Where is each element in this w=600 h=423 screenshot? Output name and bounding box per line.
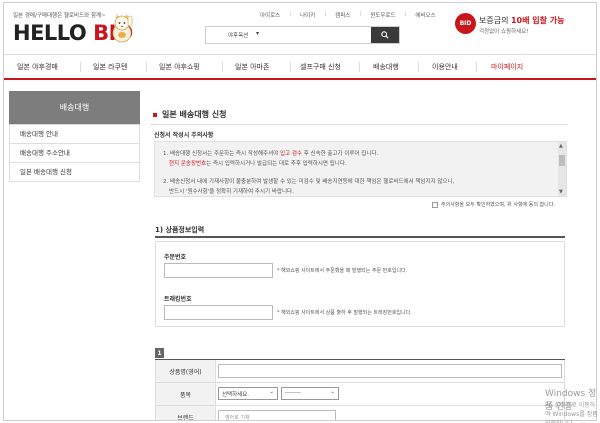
notice-scrollbar[interactable]: ▲ ▼: [558, 142, 566, 196]
chevron-down-icon: ⌄: [330, 389, 335, 395]
logo-text-hello: HELLO: [13, 21, 87, 45]
browser-page: 일본 경매/구매대행은 헬로비드와 함께~ HELLO BID 아이로스| 나이…: [3, 2, 597, 421]
top-links: 아이로스 | 나이키 | 캠퍼스 | 윈도우로드 | 에비오스: [260, 11, 436, 19]
divider: [150, 124, 568, 125]
tracking-no-hint: * 해외쇼핑 사이트에서 상품 출하 후 발행되는 트래킹번호입니다.: [277, 310, 412, 316]
bid-badge: BID: [455, 13, 476, 34]
brand-label: 브랜드: [156, 406, 216, 420]
windows-watermark-sub: PC 설정으로 이동하여 Windows를 정품 인증합니다.: [545, 402, 598, 423]
notice-line: 반드시 '원수사항'을 정확히 기재하여 주시기 바랍니다.: [169, 189, 294, 195]
promo-highlight: 10배 입찰 가능: [510, 16, 565, 25]
top-link[interactable]: 윈도우로드: [370, 11, 395, 19]
nav-rakuten[interactable]: 일본 라쿠텐: [93, 62, 127, 72]
chevron-down-icon: ▾: [256, 30, 260, 37]
sidebar: 배송대행 안내 배송대행 주소안내 일본 배송대행 신청: [9, 124, 140, 182]
section-divider: [155, 236, 565, 238]
sidebar-title: 배송대행: [9, 91, 140, 124]
nav-my-page[interactable]: 마이페이지: [491, 62, 523, 72]
page-title-text: 일본 배송대행 신청: [162, 110, 227, 119]
tracking-no-label: 트래킹번호: [164, 296, 192, 303]
agree-row: 주의사항을 모두 확인하였으며, 위 사항에 동의 합니다.: [432, 201, 555, 208]
agree-checkbox[interactable]: [432, 201, 438, 208]
notice-line: 2. 배송신청서 내에 기재사항이 불충분하여 발생할 수 있는 미검수 및 배…: [163, 179, 455, 185]
search-category-select[interactable]: 야후옥션: [228, 31, 248, 39]
promo-subtext: 걱정없이 쇼핑하세요!: [479, 29, 529, 35]
notice-line: 현지 운송장번호는 즉시 입력하시거나 발급되는 대로 추후 입력하시면 됩니다…: [169, 161, 347, 167]
search-bar[interactable]: 야후옥션 ▾: [205, 26, 400, 44]
section-product-info-title: 1) 상품정보입력: [155, 226, 205, 234]
sidebar-item-shipping-guide[interactable]: 배송대행 안내: [10, 124, 139, 143]
category-row: 품목 선택하세요. ⌄ -------- ⌄: [156, 383, 564, 406]
notice-title: 신청서 작성시 주의사항: [154, 132, 214, 139]
search-icon: [381, 31, 389, 39]
promo-text: 보증금의 10배 입찰 가능: [479, 15, 565, 26]
order-no-hint: * 해외쇼핑 사이트에서 주문했을 때 발행되는 주문 번호입니다.: [277, 268, 408, 274]
nav-yahoo-auction[interactable]: 일본 야후경매: [17, 62, 58, 72]
scroll-up-icon[interactable]: ▲: [559, 143, 563, 149]
brand-input[interactable]: 영어로 기재: [218, 410, 336, 420]
notice-box[interactable]: 1. 배송대행 신청서는 주문하는 즉시 작성해주셔야 입고 검수 후 신속한 …: [154, 141, 567, 197]
order-no-input[interactable]: [164, 263, 273, 278]
top-link[interactable]: 캠퍼스: [335, 11, 350, 19]
lucky-cat-icon: [112, 14, 133, 43]
product-name-row: 상품명(영어): [156, 360, 564, 383]
nav-guide[interactable]: 이용안내: [432, 62, 458, 72]
category-label: 품목: [156, 383, 216, 405]
top-link[interactable]: 나이키: [300, 11, 315, 19]
category-select-sub[interactable]: -------- ⌄: [281, 387, 339, 400]
page-title: 일본 배송대행 신청: [153, 109, 226, 120]
nav-shipping-agent[interactable]: 배송대행: [373, 62, 399, 72]
product-name-label: 상품명(영어): [156, 360, 216, 382]
logo-tagline: 일본 경매/구매대행은 헬로비드와 함께~: [13, 13, 106, 19]
product-name-input[interactable]: [218, 364, 562, 378]
order-no-label: 주문번호: [164, 254, 187, 261]
nav-yahoo-shopping[interactable]: 일본 야후쇼핑: [159, 62, 200, 72]
main-nav: 일본 야후경매 일본 라쿠텐 일본 야후쇼핑 일본 아마존 셀프구매 신청 배송…: [4, 54, 596, 80]
notice-line: 1. 배송대행 신청서는 주문하는 즉시 작성해주셔야 입고 검수 후 신속한 …: [163, 151, 379, 157]
tracking-no-input[interactable]: [164, 305, 273, 320]
search-button[interactable]: [371, 27, 399, 43]
order-info-box: 주문번호 * 해외쇼핑 사이트에서 주문했을 때 발행되는 주문 번호입니다. …: [155, 241, 565, 327]
agree-label: 주의사항을 모두 확인하였으며, 위 사항에 동의 합니다.: [441, 202, 555, 208]
scroll-down-icon[interactable]: ▼: [559, 189, 563, 195]
chevron-down-icon: ⌄: [269, 389, 274, 395]
top-link[interactable]: 아이로스: [260, 11, 280, 19]
brand-row: 브랜드 영어로 기재: [156, 406, 564, 420]
promo-pre: 보증금의: [479, 16, 511, 25]
product-table: 상품명(영어) 품목 선택하세요. ⌄ -------- ⌄ 브랜드 영어로 기재: [155, 360, 565, 420]
scrollbar-thumb[interactable]: [559, 155, 565, 166]
product-number-badge: 1: [155, 348, 164, 358]
sidebar-item-shipping-request[interactable]: 일본 배송대행 신청: [10, 162, 139, 181]
top-link[interactable]: 에비오스: [415, 11, 435, 19]
category-select-main[interactable]: 선택하세요. ⌄: [218, 387, 278, 400]
nav-self-purchase[interactable]: 셀프구매 신청: [300, 62, 341, 72]
bullet-icon: [153, 112, 157, 117]
sidebar-item-shipping-address[interactable]: 배송대행 주소안내: [10, 143, 139, 162]
nav-amazon[interactable]: 일본 아마존: [235, 62, 269, 72]
